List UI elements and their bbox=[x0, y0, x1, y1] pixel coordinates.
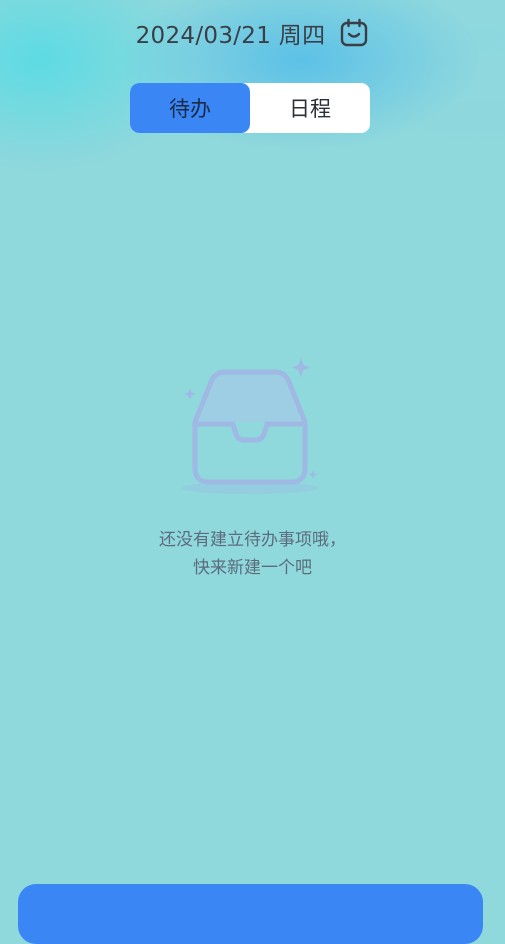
calendar-icon[interactable] bbox=[339, 18, 369, 48]
date-header: 2024/03/21 周四 bbox=[0, 14, 505, 52]
empty-message-line1: 还没有建立待办事项哦， bbox=[159, 530, 346, 550]
add-todo-button[interactable] bbox=[18, 884, 483, 944]
tab-todo[interactable]: 待办 bbox=[130, 83, 250, 133]
view-switch-tabs: 待办 日程 bbox=[130, 83, 370, 133]
tab-schedule[interactable]: 日程 bbox=[250, 83, 370, 133]
current-date: 2024/03/21 周四 bbox=[135, 23, 326, 49]
empty-message-line2: 快来新建一个吧 bbox=[193, 558, 312, 578]
empty-inbox-icon bbox=[182, 358, 318, 494]
